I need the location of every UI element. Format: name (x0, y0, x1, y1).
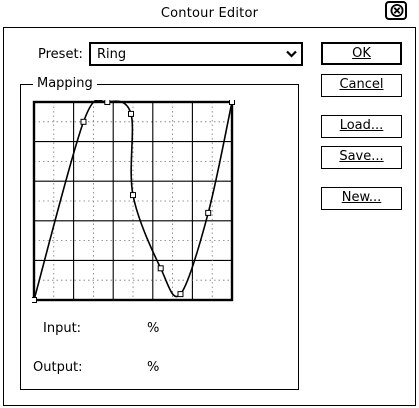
input-label: Input: (43, 321, 82, 336)
curve-point-handle[interactable] (80, 118, 87, 125)
chevron-down-icon (286, 50, 297, 58)
output-label: Output: (33, 360, 83, 375)
contour-curve-editor[interactable] (32, 100, 236, 304)
mapping-legend: Mapping (33, 76, 97, 91)
preset-value: Ring (97, 47, 127, 62)
save-button[interactable]: Save... (321, 146, 402, 169)
curve-point-handle[interactable] (229, 100, 235, 105)
preset-label: Preset: (38, 47, 83, 62)
curve-point-handle[interactable] (128, 110, 134, 117)
new-button[interactable]: New... (321, 187, 402, 210)
ok-button[interactable]: OK (321, 42, 402, 65)
cancel-button[interactable]: Cancel (321, 74, 402, 97)
curve-point-handle[interactable] (130, 192, 136, 199)
curve-point-handle[interactable] (104, 100, 111, 105)
close-button[interactable] (385, 1, 407, 20)
preset-dropdown[interactable]: Ring (89, 42, 303, 66)
input-unit: % (147, 321, 160, 336)
output-unit: % (147, 360, 160, 375)
curve-point-handle[interactable] (205, 209, 212, 216)
title-bar: Contour Editor (0, 0, 419, 28)
dialog-title: Contour Editor (160, 6, 259, 21)
curve-point-handle[interactable] (157, 265, 164, 272)
close-x-icon (390, 4, 404, 17)
load-button[interactable]: Load... (321, 115, 402, 138)
curve-point-handle[interactable] (32, 297, 37, 303)
curve-point-handle[interactable] (177, 291, 184, 298)
